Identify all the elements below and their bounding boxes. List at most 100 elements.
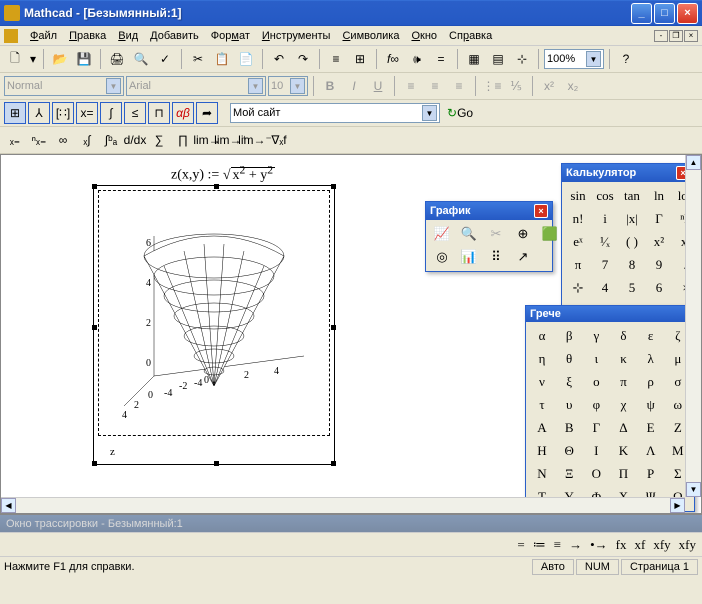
units-button[interactable]: 🕪: [406, 48, 428, 70]
greek-4-3[interactable]: Δ: [610, 417, 636, 439]
scroll-up-icon[interactable]: ▲: [686, 155, 701, 170]
calculator-palette-button[interactable]: ⊞: [4, 102, 26, 124]
greek-6-3[interactable]: Π: [610, 463, 636, 485]
greek-6-0[interactable]: Ν: [529, 463, 555, 485]
greek-6-2[interactable]: Ο: [583, 463, 609, 485]
trace-icon[interactable]: ✂: [483, 223, 509, 245]
calc-4-2[interactable]: 5: [619, 277, 645, 299]
calc-0-3[interactable]: ln: [646, 185, 672, 207]
greek-1-4[interactable]: λ: [638, 348, 664, 370]
evalop-2[interactable]: ≡: [554, 537, 561, 553]
graph-palette-close[interactable]: ×: [534, 204, 548, 218]
calc-3-2[interactable]: 8: [619, 254, 645, 276]
greek-5-4[interactable]: Λ: [638, 440, 664, 462]
calculator-palette-title[interactable]: Калькулятор ×: [562, 164, 694, 182]
greek-4-2[interactable]: Γ: [583, 417, 609, 439]
contour-icon[interactable]: ◎: [429, 246, 455, 268]
preview-button[interactable]: 🔍: [130, 48, 152, 70]
greek-0-2[interactable]: γ: [583, 325, 609, 347]
xy-plot-icon[interactable]: 📈: [429, 223, 455, 245]
surface-plot[interactable]: 6420 -2-4 24 024 0-4 z: [93, 185, 335, 465]
subscript-button[interactable]: x₂: [562, 75, 584, 97]
menu-symbolics[interactable]: Символика: [336, 28, 405, 44]
align-button[interactable]: ≡: [325, 48, 347, 70]
greek-0-3[interactable]: δ: [610, 325, 636, 347]
vscrollbar[interactable]: ▲ ▼: [685, 155, 701, 497]
menu-file[interactable]: Файл: [24, 28, 63, 44]
scroll-right-icon[interactable]: ▶: [670, 498, 685, 513]
calcop-7[interactable]: ∏: [172, 129, 194, 151]
cut-button[interactable]: ✂: [187, 48, 209, 70]
menu-help[interactable]: Справка: [443, 28, 498, 44]
greek-4-4[interactable]: Ε: [638, 417, 664, 439]
font-dropdown-icon[interactable]: ▼: [248, 78, 263, 94]
calc-2-0[interactable]: eˣ: [565, 231, 591, 253]
calcop-10[interactable]: lim→⁻: [244, 129, 266, 151]
minimize-button[interactable]: _: [631, 3, 652, 24]
save-button[interactable]: 💾: [73, 48, 95, 70]
help-button[interactable]: ?: [615, 48, 637, 70]
numbering-button[interactable]: ⅕: [505, 75, 527, 97]
zoom-icon[interactable]: 🔍: [456, 223, 482, 245]
menu-view[interactable]: Вид: [112, 28, 144, 44]
copy-button[interactable]: 📋: [211, 48, 233, 70]
surface-icon[interactable]: 🟩: [537, 223, 563, 245]
undo-button[interactable]: ↶: [268, 48, 290, 70]
vector-icon[interactable]: ↗: [510, 246, 536, 268]
fontsize-dropdown-icon[interactable]: ▼: [290, 78, 305, 94]
greek-0-0[interactable]: α: [529, 325, 555, 347]
evalop-0[interactable]: =: [517, 537, 524, 553]
greek-palette-button[interactable]: αβ: [172, 102, 194, 124]
eval-palette-button[interactable]: x=: [76, 102, 98, 124]
align-right-button[interactable]: ≡: [448, 75, 470, 97]
calc-2-2[interactable]: ( ): [619, 231, 645, 253]
greek-6-4[interactable]: Ρ: [638, 463, 664, 485]
greek-2-1[interactable]: ξ: [556, 371, 582, 393]
insert-button[interactable]: ⊹: [511, 48, 533, 70]
maximize-button[interactable]: □: [654, 3, 675, 24]
fontsize-combo[interactable]: 10 ▼: [268, 76, 308, 96]
superscript-button[interactable]: x²: [538, 75, 560, 97]
greek-0-4[interactable]: ε: [638, 325, 664, 347]
greek-5-2[interactable]: Ι: [583, 440, 609, 462]
evalop-7[interactable]: xfy: [653, 537, 670, 553]
calcop-1[interactable]: ⁿₓ₌: [28, 129, 50, 151]
new-dropdown[interactable]: ▾: [28, 48, 38, 70]
greek-5-1[interactable]: Θ: [556, 440, 582, 462]
greek-palette[interactable]: Грече αβγδεζηθικλμνξοπρστυφχψωΑΒΓΔΕΖΗΘΙΚ…: [525, 305, 695, 512]
greek-3-3[interactable]: χ: [610, 394, 636, 416]
greek-palette-title[interactable]: Грече: [526, 306, 694, 322]
calc-1-2[interactable]: |x|: [619, 208, 645, 230]
greek-0-1[interactable]: β: [556, 325, 582, 347]
greek-4-0[interactable]: Α: [529, 417, 555, 439]
scroll-left-icon[interactable]: ◀: [1, 498, 16, 513]
scatter3d-icon[interactable]: ⠿: [483, 246, 509, 268]
programming-palette-button[interactable]: ⊓: [148, 102, 170, 124]
calc-3-1[interactable]: 7: [592, 254, 618, 276]
align-left-button[interactable]: ≡: [400, 75, 422, 97]
calcop-4[interactable]: ∫ᵇₐ: [100, 129, 122, 151]
component-button[interactable]: ▦: [463, 48, 485, 70]
greek-2-0[interactable]: ν: [529, 371, 555, 393]
calcop-2[interactable]: ∞: [52, 129, 74, 151]
greek-1-0[interactable]: η: [529, 348, 555, 370]
underline-button[interactable]: U: [367, 75, 389, 97]
calc-button[interactable]: =: [430, 48, 452, 70]
style-combo[interactable]: Normal ▼: [4, 76, 124, 96]
greek-1-3[interactable]: κ: [610, 348, 636, 370]
menu-insert[interactable]: Добавить: [144, 28, 205, 44]
calc-4-3[interactable]: 6: [646, 277, 672, 299]
italic-button[interactable]: I: [343, 75, 365, 97]
greek-5-3[interactable]: Κ: [610, 440, 636, 462]
zoom-combo[interactable]: 100% ▼: [544, 49, 604, 69]
redo-button[interactable]: ↷: [292, 48, 314, 70]
hscrollbar[interactable]: ◀ ▶: [1, 497, 685, 513]
align2-button[interactable]: ⊞: [349, 48, 371, 70]
menu-edit[interactable]: Правка: [63, 28, 112, 44]
open-button[interactable]: 📂: [49, 48, 71, 70]
symbolic-palette-button[interactable]: ➦: [196, 102, 218, 124]
workspace[interactable]: z(x,y) := √x2 + y2: [0, 154, 702, 514]
greek-6-1[interactable]: Ξ: [556, 463, 582, 485]
close-button[interactable]: ×: [677, 3, 698, 24]
calc-1-0[interactable]: n!: [565, 208, 591, 230]
